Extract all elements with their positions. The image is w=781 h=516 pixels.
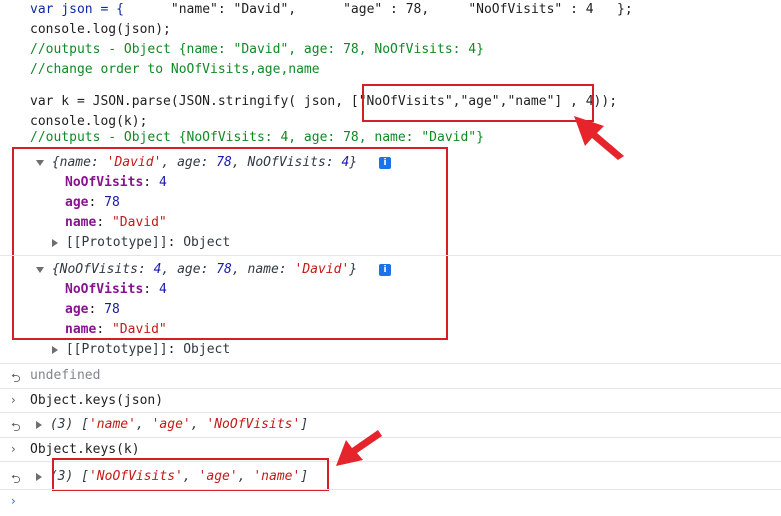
prototype-key: [[Prototype]] — [65, 342, 168, 357]
code-line-5-part-a: var k = JSON.parse(JSON.stringify( json, — [30, 94, 351, 109]
brace-open: { — [51, 262, 60, 277]
summary-value: 'David' — [106, 155, 162, 170]
brace-open: { — [51, 155, 60, 170]
console-input-prompt-icon[interactable]: › — [11, 494, 16, 508]
highlight-box-keys-result — [52, 458, 329, 491]
collapse-arrow-icon[interactable] — [52, 345, 58, 354]
code-line-1-part-a: var json = { — [30, 2, 124, 17]
code-line-7: //outputs - Object {NoOfVisits: 4, age: … — [30, 130, 484, 145]
object-1-property: age: 78 — [65, 195, 120, 210]
input-prompt-icon: › — [11, 442, 16, 456]
array-item: 'age' — [151, 417, 191, 432]
expand-arrow-icon[interactable] — [36, 159, 44, 166]
property-value: 78 — [104, 195, 120, 210]
summary-value: 4 — [153, 262, 162, 277]
log-divider — [0, 437, 781, 438]
property-key: age — [65, 195, 89, 210]
collapse-arrow-icon[interactable] — [36, 472, 42, 481]
code-line-3: //outputs - Object {name: "David", age: … — [30, 42, 484, 57]
array-item: 'name' — [88, 417, 136, 432]
object-1-property: name: "David" — [65, 215, 167, 230]
log-divider — [0, 412, 781, 413]
collapse-arrow-icon[interactable] — [52, 238, 58, 247]
summary-value: 78 — [216, 155, 232, 170]
brace-close: } — [349, 155, 358, 170]
property-key: NoOfVisits — [65, 175, 144, 190]
object-2-property: age: 78 — [65, 302, 120, 317]
object-2-summary[interactable]: {NoOfVisits: 4, age: 78, name: 'David'} — [36, 260, 357, 280]
object-1-property: NoOfVisits: 4 — [65, 175, 167, 190]
summary-key: name — [59, 155, 91, 170]
code-line-1-part-d: "NoOfVisits" : 4 — [468, 2, 594, 17]
prototype-value: Object — [183, 342, 231, 357]
code-line-1-part-b: "name": "David", — [170, 2, 297, 17]
return-arrow-icon: ⮌ — [11, 420, 21, 434]
object-1-summary[interactable]: {name: 'David', age: 78, NoOfVisits: 4} — [36, 153, 357, 173]
summary-key: name — [247, 262, 279, 277]
expand-arrow-icon[interactable] — [36, 266, 44, 273]
arrow-icon-1 — [574, 116, 624, 160]
info-icon[interactable]: i — [379, 264, 391, 276]
object-2-property: NoOfVisits: 4 — [65, 282, 167, 297]
property-value: 4 — [158, 175, 167, 190]
log-divider — [0, 255, 781, 256]
prototype-value: Object — [183, 235, 231, 250]
summary-key: age — [177, 262, 201, 277]
keys-result-json[interactable]: (3) ['name', 'age', 'NoOfVisits'] — [36, 415, 308, 435]
array-count: (3) — [49, 417, 74, 432]
collapse-arrow-icon[interactable] — [36, 420, 42, 429]
summary-value: 'David' — [294, 262, 350, 277]
code-line-1: var json = { "name": "David", "age" : 78… — [30, 0, 633, 20]
log-divider — [0, 489, 781, 490]
property-key: name — [65, 215, 97, 230]
undefined-output: undefined — [30, 368, 101, 383]
log-divider — [0, 363, 781, 364]
return-arrow-icon: ⮌ — [11, 472, 21, 486]
summary-key: age — [177, 155, 201, 170]
return-arrow-icon: ⮌ — [11, 371, 21, 385]
info-icon[interactable]: i — [379, 157, 391, 169]
property-key: NoOfVisits — [65, 282, 144, 297]
property-value: "David" — [111, 215, 167, 230]
summary-value: 78 — [216, 262, 232, 277]
command-object-keys-k[interactable]: Object.keys(k) — [30, 440, 140, 460]
command-object-keys-json[interactable]: Object.keys(json) — [30, 391, 163, 411]
property-value: 4 — [158, 282, 167, 297]
code-line-2: console.log(json); — [30, 22, 171, 37]
array-item: 'NoOfVisits' — [206, 417, 301, 432]
object-2-prototype[interactable]: [[Prototype]]: Object — [52, 340, 230, 360]
code-line-4: //change order to NoOfVisits,age,name — [30, 62, 320, 77]
code-line-1-part-e: }; — [617, 2, 633, 17]
code-line-1-part-c: "age" : 78, — [343, 2, 430, 17]
highlight-box-replacer — [362, 84, 594, 122]
arrow-icon-2 — [336, 430, 382, 466]
object-1-prototype[interactable]: [[Prototype]]: Object — [52, 233, 230, 253]
property-value: "David" — [111, 322, 167, 337]
log-divider — [0, 388, 781, 389]
summary-key: NoOfVisits — [247, 155, 326, 170]
property-key: name — [65, 322, 97, 337]
input-prompt-icon: › — [11, 393, 16, 407]
object-2-property: name: "David" — [65, 322, 167, 337]
property-value: 78 — [104, 302, 120, 317]
brace-close: } — [349, 262, 358, 277]
property-key: age — [65, 302, 89, 317]
summary-key: NoOfVisits — [59, 262, 138, 277]
prototype-key: [[Prototype]] — [65, 235, 168, 250]
